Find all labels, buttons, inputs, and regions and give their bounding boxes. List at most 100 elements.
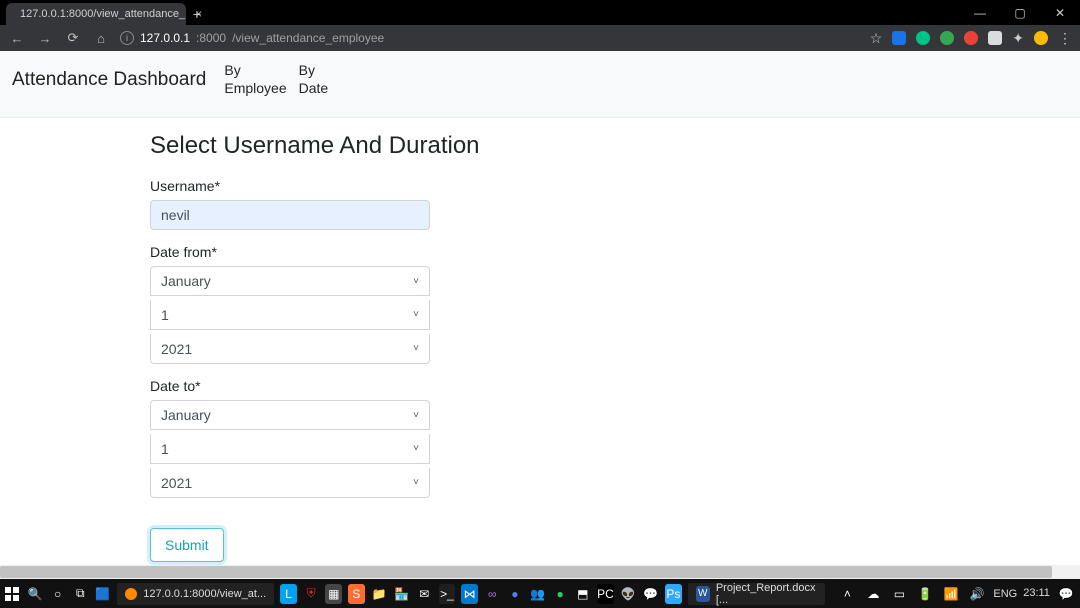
tray-clock[interactable]: 23:11	[1023, 588, 1050, 599]
tray-onedrive-icon[interactable]: ☁	[863, 584, 883, 604]
date-from-month-select[interactable]: January ˅	[150, 266, 430, 296]
taskbar-doc-label: Project_Report.docx [...	[716, 582, 818, 606]
chevron-down-icon: ˅	[413, 309, 419, 320]
taskbar-app-firefox[interactable]: 127.0.0.1:8000/view_at...	[117, 583, 274, 605]
taskbar-app-icon[interactable]: ∞	[484, 584, 501, 604]
taskbar-app-icon[interactable]: >_	[439, 584, 456, 604]
extension-icon[interactable]	[1034, 31, 1048, 45]
username-value: nevil	[161, 207, 190, 223]
extension-icon[interactable]	[940, 31, 954, 45]
date-to-label: Date to*	[150, 378, 930, 394]
browser-tab[interactable]: 127.0.0.1:8000/view_attendance_ ×	[6, 3, 186, 25]
taskbar-app-icon[interactable]: ●	[552, 584, 569, 604]
start-button[interactable]	[4, 584, 21, 604]
url-host: 127.0.0.1	[140, 31, 190, 45]
app-navbar: Attendance Dashboard By Employee By Date	[0, 51, 1080, 118]
bookmark-star-icon[interactable]: ☆	[870, 30, 883, 47]
username-input[interactable]: nevil	[150, 200, 430, 230]
tray-meet-icon[interactable]: ▭	[889, 584, 909, 604]
date-from-day-select[interactable]: 1 ˅	[150, 300, 430, 330]
word-icon: W	[696, 586, 710, 602]
chevron-down-icon: ˅	[413, 343, 419, 354]
nav-by-date[interactable]: By Date	[299, 61, 329, 97]
search-icon[interactable]: 🔍	[27, 584, 44, 604]
window-minimize-button[interactable]: —	[960, 0, 1000, 25]
date-from-label: Date from*	[150, 244, 930, 260]
taskbar-app-icon[interactable]: 👽	[620, 584, 637, 604]
date-to-month-select[interactable]: January ˅	[150, 400, 430, 430]
main-container: Select Username And Duration Username* n…	[0, 118, 1080, 579]
tab-title: 127.0.0.1:8000/view_attendance_	[20, 8, 185, 20]
taskbar-app-icon[interactable]: 📁	[371, 584, 388, 604]
window-maximize-button[interactable]: ▢	[1000, 0, 1040, 25]
task-view-icon[interactable]: ⧉	[72, 584, 89, 604]
back-button[interactable]: ←	[8, 31, 26, 46]
nav-by-employee[interactable]: By Employee	[224, 61, 286, 97]
chevron-down-icon: ˅	[413, 477, 419, 488]
date-to-day-select[interactable]: 1 ˅	[150, 434, 430, 464]
taskbar-app-icon[interactable]: ⋈	[461, 584, 478, 604]
extensions-puzzle-icon[interactable]: ✦	[1012, 30, 1024, 47]
reload-button[interactable]: ⟳	[64, 30, 82, 46]
tray-battery-icon[interactable]: 🔋	[915, 584, 935, 604]
window-close-button[interactable]: ✕	[1040, 0, 1080, 25]
extension-icon[interactable]	[892, 31, 906, 45]
date-to-year-select[interactable]: 2021 ˅	[150, 468, 430, 498]
nav-links: By Employee By Date	[224, 61, 328, 97]
taskbar-app-icon[interactable]: 👥	[529, 584, 546, 604]
windows-taskbar: 🔍 ○ ⧉ 🟦 127.0.0.1:8000/view_at... L ⛨ ▦ …	[0, 579, 1080, 608]
taskbar-app-icon[interactable]: ✉	[416, 584, 433, 604]
extension-icon[interactable]	[988, 31, 1002, 45]
chevron-down-icon: ˅	[413, 410, 419, 421]
chevron-down-icon: ˅	[413, 443, 419, 454]
browser-toolbar: ← → ⟳ ⌂ i 127.0.0.1 :8000/view_attendance…	[0, 25, 1080, 51]
taskbar-app-icon[interactable]: 🟦	[95, 584, 112, 604]
forward-button[interactable]: →	[36, 31, 54, 46]
attendance-form: Username* nevil Date from* January ˅ 1 ˅…	[150, 178, 930, 579]
extension-icon[interactable]	[964, 31, 978, 45]
username-label: Username*	[150, 178, 930, 194]
system-tray: ˄ ☁ ▭ 🔋 📶 🔊 ENG 23:11 💬	[837, 584, 1076, 604]
extension-icon[interactable]	[916, 31, 930, 45]
tray-wifi-icon[interactable]: 📶	[941, 584, 961, 604]
taskbar-app-icon[interactable]: 💬	[642, 584, 659, 604]
taskbar-app-icon[interactable]: S	[348, 584, 365, 604]
tray-chevron-icon[interactable]: ˄	[837, 584, 857, 604]
tray-language[interactable]: ENG	[993, 588, 1017, 600]
new-tab-button[interactable]: +	[186, 3, 208, 25]
cortana-icon[interactable]: ○	[49, 584, 66, 604]
url-port: :8000	[196, 31, 226, 45]
home-button[interactable]: ⌂	[92, 31, 110, 46]
firefox-icon	[125, 588, 137, 600]
site-info-icon[interactable]: i	[120, 31, 134, 45]
browser-extensions: ☆ ✦ ⋮	[870, 30, 1072, 47]
address-bar[interactable]: i 127.0.0.1 :8000/view_attendance_employe…	[120, 31, 384, 45]
tray-notifications-icon[interactable]: 💬	[1056, 584, 1076, 604]
browser-menu-icon[interactable]: ⋮	[1058, 30, 1072, 47]
date-from-group: January ˅ 1 ˅ 2021 ˅	[150, 266, 930, 364]
taskbar-app-label: 127.0.0.1:8000/view_at...	[143, 588, 266, 600]
horizontal-scrollbar[interactable]	[0, 565, 1080, 579]
date-to-group: January ˅ 1 ˅ 2021 ˅	[150, 400, 930, 498]
taskbar-app-word[interactable]: W Project_Report.docx [...	[688, 583, 826, 605]
taskbar-app-icon[interactable]: ●	[507, 584, 524, 604]
browser-tab-strip: 127.0.0.1:8000/view_attendance_ × +	[0, 0, 1080, 25]
browser-chrome: 127.0.0.1:8000/view_attendance_ × + — ▢ …	[0, 0, 1080, 51]
page-viewport: Attendance Dashboard By Employee By Date…	[0, 51, 1080, 579]
taskbar-app-icon[interactable]: ▦	[325, 584, 342, 604]
taskbar-app-icon[interactable]: L	[280, 584, 297, 604]
taskbar-app-icon[interactable]: Ps	[665, 584, 682, 604]
tray-volume-icon[interactable]: 🔊	[967, 584, 987, 604]
date-from-year-select[interactable]: 2021 ˅	[150, 334, 430, 364]
app-brand: Attendance Dashboard	[12, 69, 206, 91]
chevron-down-icon: ˅	[413, 276, 419, 287]
taskbar-app-icon[interactable]: 🏪	[393, 584, 410, 604]
taskbar-app-icon[interactable]: ⬒	[574, 584, 591, 604]
scrollbar-thumb[interactable]	[0, 566, 1052, 578]
window-controls: — ▢ ✕	[960, 0, 1080, 25]
url-path: /view_attendance_employee	[232, 31, 384, 45]
page-heading: Select Username And Duration	[150, 132, 1080, 160]
submit-button[interactable]: Submit	[150, 528, 224, 562]
taskbar-app-icon[interactable]: ⛨	[303, 584, 320, 604]
taskbar-app-icon[interactable]: PC	[597, 584, 614, 604]
